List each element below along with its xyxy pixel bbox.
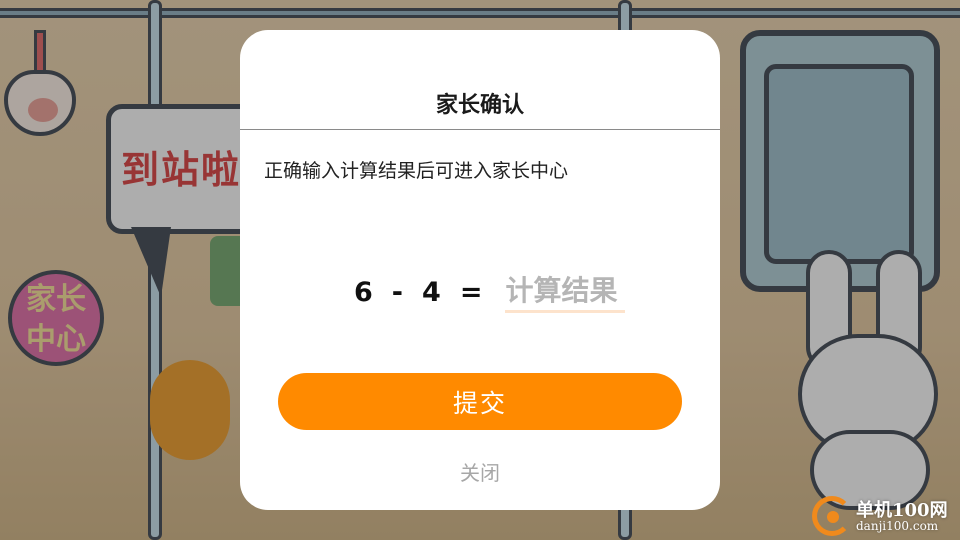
site-watermark: 单机100网 danji100.com xyxy=(812,494,960,540)
watermark-logo-icon xyxy=(812,496,852,536)
math-equation: 6 - 4 = xyxy=(354,271,626,313)
parent-confirm-dialog: 家长确认 正确输入计算结果后可进入家长中心 6 - 4 = 提交 关闭 xyxy=(240,30,720,510)
operator-minus: - xyxy=(391,276,405,308)
operand-a: 6 xyxy=(354,276,374,308)
watermark-url: danji100.com xyxy=(856,519,939,533)
dialog-title: 家长确认 xyxy=(435,93,524,118)
operand-b: 4 xyxy=(422,276,442,308)
close-button[interactable]: 关闭 xyxy=(240,457,720,486)
answer-input[interactable] xyxy=(505,271,626,313)
equals-sign: = xyxy=(459,276,484,308)
dialog-description: 正确输入计算结果后可进入家长中心 xyxy=(264,160,569,182)
dialog-divider xyxy=(240,129,720,130)
submit-button[interactable]: 提交 xyxy=(278,373,682,430)
